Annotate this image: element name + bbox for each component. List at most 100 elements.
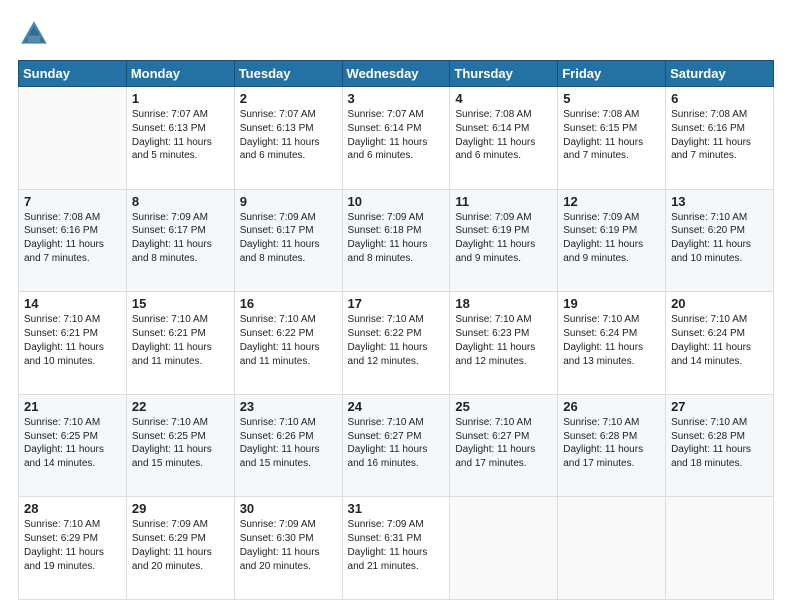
- day-number: 10: [348, 194, 446, 209]
- calendar-table: SundayMondayTuesdayWednesdayThursdayFrid…: [18, 60, 774, 600]
- day-number: 16: [240, 296, 338, 311]
- day-number: 7: [24, 194, 122, 209]
- weekday-header-wednesday: Wednesday: [342, 61, 450, 87]
- day-cell: [19, 87, 127, 190]
- day-number: 5: [563, 91, 661, 106]
- day-cell: 28Sunrise: 7:10 AM Sunset: 6:29 PM Dayli…: [19, 497, 127, 600]
- day-cell: 1 Sunrise: 7:07 AM Sunset: 6:13 PM Daylig…: [126, 87, 234, 190]
- day-number: 15: [132, 296, 230, 311]
- weekday-header-monday: Monday: [126, 61, 234, 87]
- day-info: Sunrise: 7:09 AM Sunset: 6:18 PM Dayligh…: [348, 211, 446, 266]
- day-cell: 18 Sunrise: 7:10 AM Sunset: 6:23 PM Dayli…: [450, 292, 558, 395]
- week-row-2: 14 Sunrise: 7:10 AM Sunset: 6:21 PM Dayli…: [19, 292, 774, 395]
- day-cell: 31Sunrise: 7:09 AM Sunset: 6:31 PM Dayli…: [342, 497, 450, 600]
- day-info: Sunrise: 7:10 AM Sunset: 6:27 PM Dayligh…: [348, 416, 446, 471]
- day-info: Sunrise: 7:10 AM Sunset: 6:22 PM Dayligh…: [348, 313, 446, 368]
- day-info: Sunrise: 7:09 AM Sunset: 6:17 PM Dayligh…: [132, 211, 230, 266]
- day-number: 8: [132, 194, 230, 209]
- day-number: 23: [240, 399, 338, 414]
- day-info: Sunrise: 7:10 AM Sunset: 6:24 PM Dayligh…: [671, 313, 769, 368]
- weekday-header-tuesday: Tuesday: [234, 61, 342, 87]
- weekday-row: SundayMondayTuesdayWednesdayThursdayFrid…: [19, 61, 774, 87]
- day-info: Sunrise: 7:10 AM Sunset: 6:29 PM Dayligh…: [24, 518, 122, 573]
- day-cell: 8 Sunrise: 7:09 AM Sunset: 6:17 PM Daylig…: [126, 189, 234, 292]
- day-number: 11: [455, 194, 553, 209]
- day-info: Sunrise: 7:07 AM Sunset: 6:13 PM Dayligh…: [240, 108, 338, 163]
- day-cell: 24 Sunrise: 7:10 AM Sunset: 6:27 PM Dayli…: [342, 394, 450, 497]
- day-info: Sunrise: 7:10 AM Sunset: 6:28 PM Dayligh…: [563, 416, 661, 471]
- day-cell: 4 Sunrise: 7:08 AM Sunset: 6:14 PM Daylig…: [450, 87, 558, 190]
- day-info: Sunrise: 7:08 AM Sunset: 6:14 PM Dayligh…: [455, 108, 553, 163]
- day-number: 2: [240, 91, 338, 106]
- day-number: 24: [348, 399, 446, 414]
- day-cell: 22 Sunrise: 7:10 AM Sunset: 6:25 PM Dayli…: [126, 394, 234, 497]
- day-cell: 7 Sunrise: 7:08 AM Sunset: 6:16 PM Daylig…: [19, 189, 127, 292]
- day-info: Sunrise: 7:10 AM Sunset: 6:28 PM Dayligh…: [671, 416, 769, 471]
- day-cell: 20 Sunrise: 7:10 AM Sunset: 6:24 PM Dayli…: [666, 292, 774, 395]
- day-number: 21: [24, 399, 122, 414]
- day-cell: 15 Sunrise: 7:10 AM Sunset: 6:21 PM Dayli…: [126, 292, 234, 395]
- week-row-1: 7 Sunrise: 7:08 AM Sunset: 6:16 PM Daylig…: [19, 189, 774, 292]
- calendar-header: SundayMondayTuesdayWednesdayThursdayFrid…: [19, 61, 774, 87]
- day-info: Sunrise: 7:08 AM Sunset: 6:16 PM Dayligh…: [671, 108, 769, 163]
- day-number: 3: [348, 91, 446, 106]
- day-info: Sunrise: 7:10 AM Sunset: 6:27 PM Dayligh…: [455, 416, 553, 471]
- day-number: 1: [132, 91, 230, 106]
- day-number: 6: [671, 91, 769, 106]
- day-info: Sunrise: 7:10 AM Sunset: 6:24 PM Dayligh…: [563, 313, 661, 368]
- day-info: Sunrise: 7:09 AM Sunset: 6:17 PM Dayligh…: [240, 211, 338, 266]
- day-number: 27: [671, 399, 769, 414]
- day-info: Sunrise: 7:09 AM Sunset: 6:30 PM Dayligh…: [240, 518, 338, 573]
- day-info: Sunrise: 7:10 AM Sunset: 6:26 PM Dayligh…: [240, 416, 338, 471]
- day-cell: 2 Sunrise: 7:07 AM Sunset: 6:13 PM Daylig…: [234, 87, 342, 190]
- day-cell: [558, 497, 666, 600]
- page: SundayMondayTuesdayWednesdayThursdayFrid…: [0, 0, 792, 612]
- day-cell: 12Sunrise: 7:09 AM Sunset: 6:19 PM Dayli…: [558, 189, 666, 292]
- day-number: 17: [348, 296, 446, 311]
- day-cell: 29Sunrise: 7:09 AM Sunset: 6:29 PM Dayli…: [126, 497, 234, 600]
- weekday-header-thursday: Thursday: [450, 61, 558, 87]
- day-info: Sunrise: 7:10 AM Sunset: 6:25 PM Dayligh…: [132, 416, 230, 471]
- week-row-0: 1 Sunrise: 7:07 AM Sunset: 6:13 PM Daylig…: [19, 87, 774, 190]
- day-info: Sunrise: 7:07 AM Sunset: 6:13 PM Dayligh…: [132, 108, 230, 163]
- day-cell: [450, 497, 558, 600]
- day-number: 29: [132, 501, 230, 516]
- day-info: Sunrise: 7:10 AM Sunset: 6:22 PM Dayligh…: [240, 313, 338, 368]
- day-cell: 13Sunrise: 7:10 AM Sunset: 6:20 PM Dayli…: [666, 189, 774, 292]
- day-info: Sunrise: 7:10 AM Sunset: 6:21 PM Dayligh…: [132, 313, 230, 368]
- day-info: Sunrise: 7:10 AM Sunset: 6:25 PM Dayligh…: [24, 416, 122, 471]
- day-cell: 10 Sunrise: 7:09 AM Sunset: 6:18 PM Dayli…: [342, 189, 450, 292]
- day-cell: 21 Sunrise: 7:10 AM Sunset: 6:25 PM Dayli…: [19, 394, 127, 497]
- day-cell: 19 Sunrise: 7:10 AM Sunset: 6:24 PM Dayli…: [558, 292, 666, 395]
- day-info: Sunrise: 7:07 AM Sunset: 6:14 PM Dayligh…: [348, 108, 446, 163]
- week-row-4: 28Sunrise: 7:10 AM Sunset: 6:29 PM Dayli…: [19, 497, 774, 600]
- calendar-body: 1 Sunrise: 7:07 AM Sunset: 6:13 PM Daylig…: [19, 87, 774, 600]
- day-number: 18: [455, 296, 553, 311]
- day-info: Sunrise: 7:08 AM Sunset: 6:16 PM Dayligh…: [24, 211, 122, 266]
- weekday-header-saturday: Saturday: [666, 61, 774, 87]
- day-number: 22: [132, 399, 230, 414]
- weekday-header-sunday: Sunday: [19, 61, 127, 87]
- day-number: 19: [563, 296, 661, 311]
- logo-icon: [18, 18, 50, 50]
- day-cell: 17 Sunrise: 7:10 AM Sunset: 6:22 PM Dayli…: [342, 292, 450, 395]
- logo: [18, 18, 54, 50]
- day-info: Sunrise: 7:10 AM Sunset: 6:21 PM Dayligh…: [24, 313, 122, 368]
- day-cell: 14 Sunrise: 7:10 AM Sunset: 6:21 PM Dayli…: [19, 292, 127, 395]
- day-cell: 30 Sunrise: 7:09 AM Sunset: 6:30 PM Dayli…: [234, 497, 342, 600]
- day-cell: 25Sunrise: 7:10 AM Sunset: 6:27 PM Dayli…: [450, 394, 558, 497]
- day-number: 31: [348, 501, 446, 516]
- day-number: 30: [240, 501, 338, 516]
- day-number: 14: [24, 296, 122, 311]
- day-info: Sunrise: 7:10 AM Sunset: 6:23 PM Dayligh…: [455, 313, 553, 368]
- day-number: 12: [563, 194, 661, 209]
- day-number: 20: [671, 296, 769, 311]
- day-cell: 26 Sunrise: 7:10 AM Sunset: 6:28 PM Dayli…: [558, 394, 666, 497]
- day-number: 9: [240, 194, 338, 209]
- day-number: 13: [671, 194, 769, 209]
- day-cell: 3 Sunrise: 7:07 AM Sunset: 6:14 PM Daylig…: [342, 87, 450, 190]
- weekday-header-friday: Friday: [558, 61, 666, 87]
- day-number: 4: [455, 91, 553, 106]
- day-cell: 9 Sunrise: 7:09 AM Sunset: 6:17 PM Daylig…: [234, 189, 342, 292]
- day-number: 26: [563, 399, 661, 414]
